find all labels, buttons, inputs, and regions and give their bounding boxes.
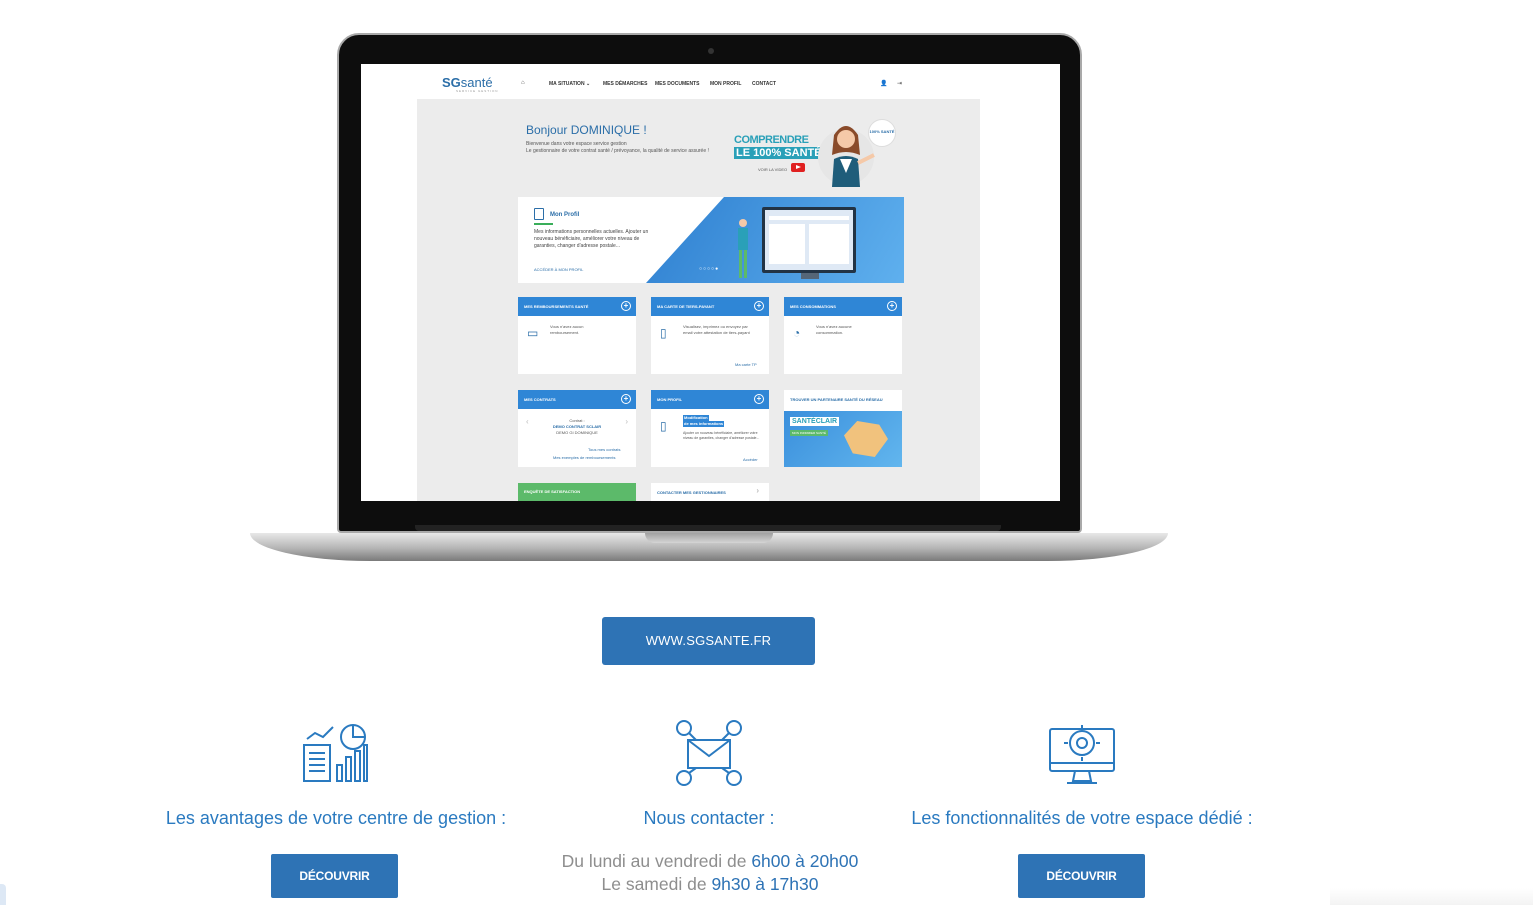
laptop-screen: SGsanté SERVICE GESTION ⌂ MA SITUATION ⌄ …: [361, 64, 1060, 501]
slider-dots[interactable]: ○○○○●: [699, 266, 719, 272]
card-contrats[interactable]: MES CONTRATS + ‹ › Contrat : DEMO CONTRAT…: [518, 390, 636, 467]
feature-title-avantages: Les avantages de votre centre de gestion…: [165, 808, 507, 828]
expand-icon[interactable]: +: [754, 394, 764, 404]
card-tiers-payant[interactable]: MA CARTE DE TIERS-PAYANT + ▯ Visualisez, …: [651, 297, 769, 374]
nav-contact[interactable]: CONTACT: [752, 81, 776, 87]
hero-title: Mon Profil: [550, 212, 580, 218]
decouvrir-avantages-button[interactable]: DÉCOUVRIR: [271, 854, 398, 898]
home-icon[interactable]: ⌂: [521, 80, 525, 86]
card-partenaire[interactable]: TROUVER UN PARTENAIRE SANTÉ DU RÉSEAU SA…: [784, 390, 902, 467]
feature-title-fonctionnalites: Les fonctionnalités de votre espace dédi…: [911, 808, 1253, 828]
welcome-text: Bienvenue dans votre espace service gest…: [526, 141, 709, 154]
dashboard-content: Bonjour DOMINIQUE ! Bienvenue dans votre…: [417, 99, 980, 501]
laptop-frame: SGsanté SERVICE GESTION ⌂ MA SITUATION ⌄ …: [337, 33, 1082, 533]
logout-icon[interactable]: ⇥: [897, 80, 902, 87]
hero-link[interactable]: ACCÉDER À MON PROFIL: [534, 267, 583, 272]
card-document-icon: ▯: [660, 326, 667, 340]
sgsante-logo[interactable]: SGsanté SERVICE GESTION: [442, 75, 498, 93]
chevron-right-icon[interactable]: ›: [625, 418, 628, 426]
nav-ma-situation[interactable]: MA SITUATION ⌄: [549, 81, 590, 87]
acceder-link[interactable]: Accéder: [743, 457, 758, 463]
profile-card-icon: ▯: [660, 419, 667, 433]
promo-100-sante[interactable]: COMPRENDRE LE 100% SANTÉ VOIR LA VIDEO 1…: [734, 117, 904, 189]
presenter-illustration: [818, 126, 875, 187]
camera: [708, 48, 714, 54]
video-cta[interactable]: VOIR LA VIDEO: [758, 167, 787, 172]
expand-icon[interactable]: +: [754, 301, 764, 311]
card-contact-gestionnaires[interactable]: CONTACTER MES GESTIONNAIRES ›: [651, 483, 769, 501]
card-consommations[interactable]: MES CONSOMMATIONS + ◔ Vous n'avez aucune …: [784, 297, 902, 374]
wallet-icon: ▭: [527, 326, 539, 340]
expand-icon[interactable]: +: [887, 301, 897, 311]
chevron-right-icon: ›: [756, 486, 759, 495]
decouvrir-fonctionnalites-button[interactable]: DÉCOUVRIR: [1018, 854, 1145, 898]
nav-mon-profil[interactable]: MON PROFIL: [710, 81, 741, 87]
exemples-link[interactable]: Mes exemples de remboursements: [553, 455, 615, 461]
scroll-edge-left: [0, 884, 6, 905]
tous-contrats-link[interactable]: Tous mes contrats: [588, 447, 620, 453]
site-navbar: SGsanté SERVICE GESTION ⌂ MA SITUATION ⌄ …: [361, 64, 1060, 98]
card-remboursements[interactable]: MES REMBOURSEMENTS SANTÉ + ▭ Vous n'avez …: [518, 297, 636, 374]
hero-underline: [534, 223, 553, 225]
email-network-icon: [676, 720, 742, 786]
user-icon[interactable]: 👤: [880, 80, 887, 87]
profile-card-icon: [534, 208, 544, 220]
santeclair-map: SANTÉCLAIR MON INFIRMIER SANTÉ: [784, 411, 902, 467]
person-illustration: [738, 219, 748, 278]
welcome-title: Bonjour DOMINIQUE !: [526, 123, 647, 137]
monitor-settings-icon: [1049, 725, 1115, 784]
expand-icon[interactable]: +: [621, 394, 631, 404]
nav-mes-documents[interactable]: MES DOCUMENTS: [655, 81, 699, 87]
100-sante-badge: 100% SANTÉ: [868, 119, 896, 147]
laptop-notch: [645, 533, 773, 543]
hero-text: Mes informations personnelles actuelles.…: [534, 229, 649, 249]
cookie-banner-edge: [1330, 888, 1533, 905]
chevron-left-icon[interactable]: ‹: [526, 418, 529, 426]
analytics-report-icon: [303, 724, 368, 782]
nav-mes-demarches[interactable]: MES DÉMARCHES: [603, 81, 647, 87]
hero-slider[interactable]: Mon Profil Mes informations personnelles…: [518, 197, 904, 283]
youtube-play-icon[interactable]: [791, 163, 805, 172]
pie-chart-icon: ◔: [793, 326, 801, 340]
feature-title-contact: Nous contacter :: [643, 808, 775, 828]
card-mon-profil[interactable]: MON PROFIL + ▯ Modification de mes inform…: [651, 390, 769, 467]
website-button[interactable]: WWW.SGSANTE.FR: [602, 617, 815, 665]
card-enquete[interactable]: ENQUÊTE DE SATISFACTION: [518, 483, 636, 501]
expand-icon[interactable]: +: [621, 301, 631, 311]
monitor-illustration: [762, 207, 856, 273]
opening-hours: Du lundi au vendredi de 6h00 à 20h00 Le …: [561, 851, 859, 894]
carte-tp-link[interactable]: Ma carte TP: [735, 362, 757, 368]
